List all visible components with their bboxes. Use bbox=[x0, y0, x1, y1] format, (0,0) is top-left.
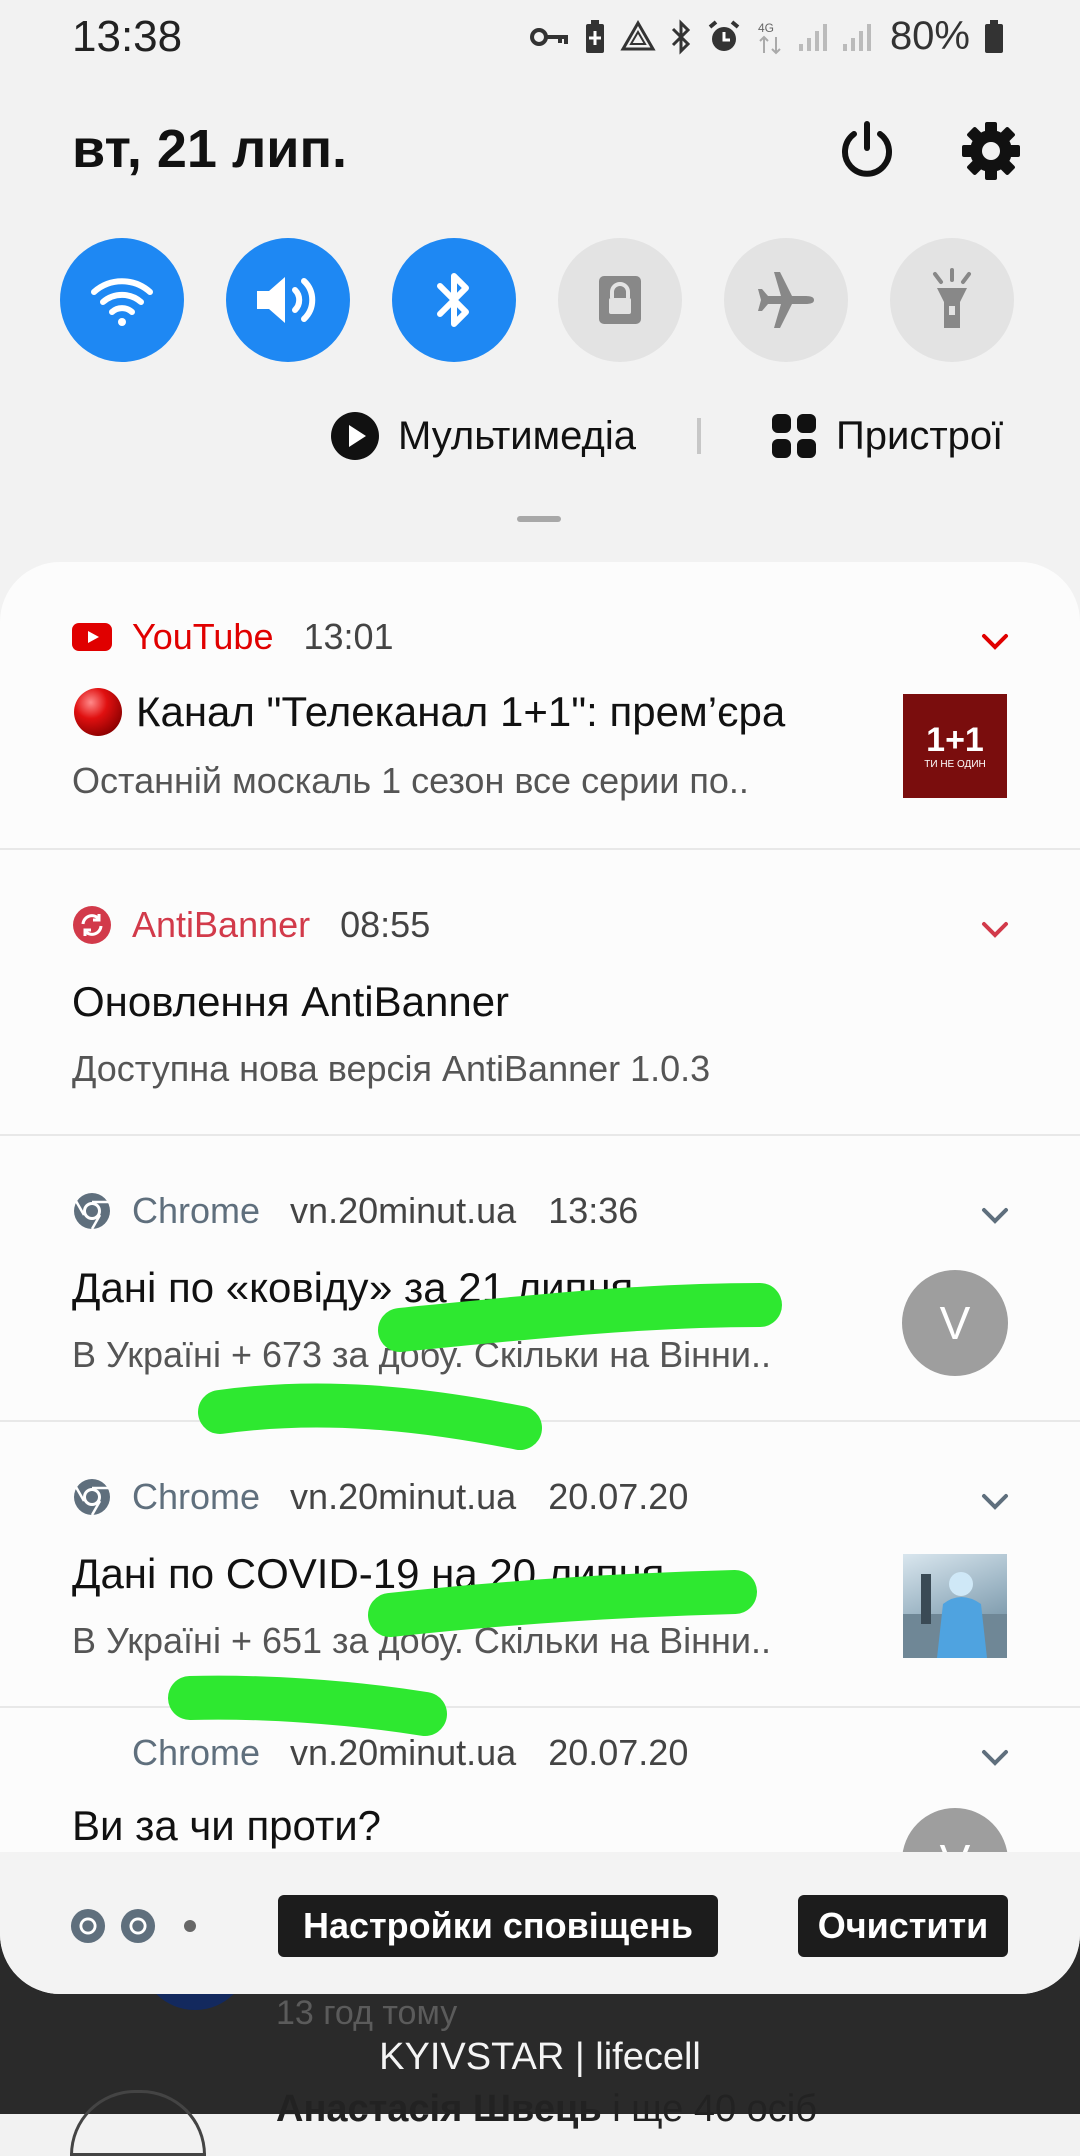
app-name: Chrome bbox=[132, 1190, 261, 1231]
medical-worker-photo bbox=[903, 1572, 1007, 1658]
chevron-down-icon[interactable] bbox=[980, 1206, 1010, 1226]
power-icon bbox=[842, 121, 892, 177]
chevron-down-icon[interactable] bbox=[980, 632, 1010, 652]
chevron-down-icon[interactable] bbox=[980, 1748, 1010, 1768]
notification-host: vn.20minut.ua bbox=[290, 1476, 517, 1517]
flashlight-toggle[interactable] bbox=[890, 238, 1014, 362]
notification-action-bar: Настройки сповіщень Очистити bbox=[0, 1852, 1080, 1994]
notification-time: 13:01 bbox=[303, 616, 394, 657]
notification-chrome[interactable]: Chrome vn.20minut.ua 13:36 Дані по «кові… bbox=[0, 1136, 1080, 1422]
antibanner-icon bbox=[72, 905, 112, 945]
notification-youtube[interactable]: YouTube 13:01 Канал "Телеканал 1+1": пре… bbox=[0, 562, 1080, 850]
bluetooth-toggle[interactable] bbox=[392, 238, 516, 362]
notification-title: Дані по «ковіду» за 21 липня bbox=[72, 1264, 634, 1311]
notification-text: В Україні + 651 за добу. Скільки на Вінн… bbox=[72, 1620, 771, 1661]
notification-header: Chrome vn.20minut.ua 20.07.20 bbox=[72, 1476, 688, 1518]
screen-lock-toggle[interactable] bbox=[558, 238, 682, 362]
notification-title: Дані по COVID-19 на 20 липня bbox=[72, 1550, 665, 1597]
chrome-icon bbox=[120, 1908, 156, 1944]
youtube-icon bbox=[72, 617, 112, 657]
settings-button[interactable] bbox=[958, 118, 1024, 184]
notification-header: Chrome vn.20minut.ua 13:36 bbox=[72, 1190, 638, 1232]
notification-title: Канал "Телеканал 1+1": прем’єра bbox=[72, 686, 785, 738]
chrome-icon bbox=[72, 1477, 112, 1517]
app-name: Chrome bbox=[132, 1732, 261, 1773]
devices-grid-icon bbox=[772, 414, 816, 458]
lock-icon bbox=[599, 276, 641, 324]
media-divider bbox=[697, 418, 701, 454]
status-time: 13:38 bbox=[72, 12, 183, 61]
power-button[interactable] bbox=[834, 118, 900, 184]
app-name: AntiBanner bbox=[132, 904, 311, 945]
notification-title-text: Канал "Телеканал 1+1": прем’єра bbox=[136, 688, 786, 735]
status-bar: 13:38 4G 80% bbox=[0, 0, 1080, 80]
battery-icon bbox=[985, 19, 1003, 53]
bluetooth-status-icon bbox=[671, 18, 691, 55]
svg-text:4G: 4G bbox=[758, 21, 774, 35]
bluetooth-icon bbox=[437, 273, 469, 327]
devices-label: Пристрої bbox=[836, 413, 1004, 458]
notification-host: vn.20minut.ua bbox=[290, 1732, 517, 1773]
signal-icon bbox=[798, 23, 827, 51]
devices-button[interactable]: Пристрої bbox=[770, 406, 1003, 466]
airplane-icon bbox=[758, 272, 814, 328]
notification-time: 08:55 bbox=[340, 904, 431, 945]
notification-antibanner[interactable]: AntiBanner 08:55 Оновлення AntiBanner До… bbox=[0, 850, 1080, 1136]
clear-button[interactable]: Очистити bbox=[798, 1895, 1008, 1957]
battery-percent: 80% bbox=[889, 14, 970, 58]
chevron-down-icon[interactable] bbox=[980, 920, 1010, 940]
carrier-label: KYIVSTAR | lifecell bbox=[379, 2036, 701, 2078]
notification-header: AntiBanner 08:55 bbox=[72, 904, 430, 946]
notification-title: Оновлення AntiBanner bbox=[72, 978, 510, 1025]
notification-time: 20.07.20 bbox=[548, 1732, 689, 1773]
gear-icon bbox=[962, 122, 1020, 180]
notification-thumbnail: 1+1 ТИ НЕ ОДИН bbox=[903, 694, 1007, 798]
app-name: Chrome bbox=[132, 1476, 261, 1517]
notification-time: 13:36 bbox=[548, 1190, 639, 1231]
signal-icon bbox=[842, 23, 871, 51]
notification-header: Chrome vn.20minut.ua 20.07.20 bbox=[72, 1732, 688, 1774]
notification-settings-button[interactable]: Настройки сповіщень bbox=[278, 1895, 718, 1957]
notification-thumbnail bbox=[903, 1554, 1007, 1658]
chrome-icon bbox=[70, 1908, 106, 1944]
chevron-down-icon[interactable] bbox=[980, 1492, 1010, 1512]
background-name: Анастасія Швець і ще 40 осіб bbox=[276, 2088, 817, 2130]
notification-host: vn.20minut.ua bbox=[290, 1190, 517, 1231]
flashlight-icon bbox=[933, 268, 971, 328]
media-label: Мультимедіа bbox=[398, 413, 636, 458]
sound-toggle[interactable] bbox=[226, 238, 350, 362]
notification-panel: YouTube 13:01 Канал "Телеканал 1+1": пре… bbox=[0, 562, 1080, 1994]
notification-time: 20.07.20 bbox=[548, 1476, 689, 1517]
notification-title: Ви за чи проти? bbox=[72, 1802, 382, 1849]
app-name: YouTube bbox=[132, 616, 274, 657]
volume-icon bbox=[257, 277, 316, 323]
notification-text: Доступна нова версія AntiBanner 1.0.3 bbox=[72, 1048, 711, 1089]
network-4g-icon: 4G bbox=[758, 21, 781, 54]
chrome-icon bbox=[72, 1191, 112, 1231]
airplane-toggle[interactable] bbox=[724, 238, 848, 362]
notification-text: Останній москаль 1 сезон все серии по.. bbox=[72, 760, 749, 801]
media-button[interactable]: Мультимедіа bbox=[330, 406, 636, 466]
wifi-toggle[interactable] bbox=[60, 238, 184, 362]
thumbnail-caption: ТИ НЕ ОДИН bbox=[924, 758, 986, 770]
play-circle-icon bbox=[331, 412, 379, 460]
avatar: V bbox=[902, 1270, 1008, 1376]
recycle-icon bbox=[620, 19, 656, 50]
alarm-icon bbox=[708, 19, 740, 51]
drag-handle[interactable] bbox=[517, 516, 561, 522]
battery-saver-icon bbox=[585, 19, 604, 53]
red-circle-icon bbox=[74, 688, 122, 736]
vpn-key-icon bbox=[529, 27, 568, 46]
notification-chrome[interactable]: Chrome vn.20minut.ua 20.07.20 Дані по CO… bbox=[0, 1422, 1080, 1708]
date-label: вт, 21 лип. bbox=[72, 119, 348, 179]
more-dot-icon bbox=[184, 1920, 196, 1932]
notification-header: YouTube 13:01 bbox=[72, 616, 394, 658]
background-time: 13 год тому bbox=[276, 1994, 458, 2032]
notification-text: В Україні + 673 за добу. Скільки на Вінн… bbox=[72, 1334, 771, 1375]
chrome-icon bbox=[72, 1733, 112, 1773]
status-icons: 4G 80% bbox=[529, 14, 1004, 59]
wifi-icon bbox=[91, 278, 153, 326]
thumbnail-logo: 1+1 bbox=[926, 720, 984, 759]
